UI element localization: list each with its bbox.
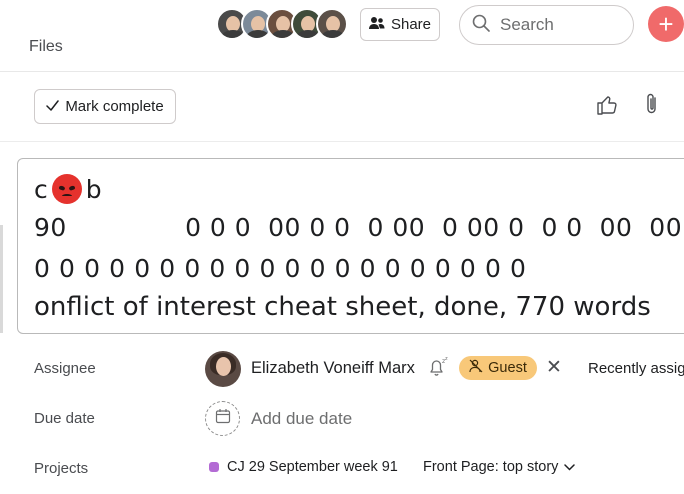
add-due-date[interactable]: Add due date bbox=[251, 409, 352, 429]
due-date-label: Due date bbox=[34, 410, 95, 427]
due-date-button[interactable] bbox=[205, 401, 240, 436]
task-title-editor[interactable]: c b 90 0 0 0 00 0 0 0 00 0 00 0 0 0 00 0… bbox=[17, 158, 684, 334]
title-line-2: 90 0 0 0 00 0 0 0 00 0 00 0 0 0 00 00 bbox=[34, 213, 683, 242]
create-button[interactable]: + bbox=[648, 6, 684, 42]
calendar-icon bbox=[215, 408, 231, 429]
guest-badge: Guest bbox=[459, 356, 537, 380]
search-placeholder: Search bbox=[500, 15, 554, 34]
remove-assignee-button[interactable]: ✕ bbox=[546, 356, 562, 379]
snooze-bell-icon[interactable]: zz bbox=[427, 356, 449, 383]
title-line-1: c b bbox=[34, 174, 102, 204]
project-link[interactable]: CJ 29 September week 91 bbox=[227, 459, 398, 475]
top-bar: Files Share Search + bbox=[0, 0, 684, 72]
projects-label: Projects bbox=[34, 460, 89, 477]
assignee-label: Assignee bbox=[34, 360, 96, 377]
plus-icon: + bbox=[658, 9, 674, 39]
title-line-3: 0 0 0 0 0 0 0 0 0 0 0 0 0 0 0 0 0 0 0 0 bbox=[34, 254, 527, 283]
assignee-name[interactable]: Elizabeth Voneiff Marx bbox=[251, 359, 415, 378]
scroll-indicator[interactable] bbox=[0, 225, 3, 333]
mark-complete-label: Mark complete bbox=[65, 98, 164, 115]
title-text-prefix: c bbox=[34, 174, 48, 204]
guest-label: Guest bbox=[488, 360, 527, 376]
project-color-dot bbox=[209, 462, 219, 472]
recently-assigned-link[interactable]: Recently assig bbox=[588, 360, 684, 377]
guest-icon bbox=[469, 359, 483, 377]
section-label: Front Page: top story bbox=[423, 459, 559, 475]
share-label: Share bbox=[390, 16, 432, 33]
svg-text:z: z bbox=[445, 356, 448, 362]
chevron-down-icon bbox=[564, 459, 576, 475]
avatar[interactable] bbox=[205, 351, 241, 387]
member-avatar-5[interactable] bbox=[316, 8, 348, 40]
mark-complete-button[interactable]: Mark complete bbox=[34, 89, 176, 124]
files-tab[interactable]: Files bbox=[29, 38, 63, 56]
title-line-4: onflict of interest cheat sheet, done, 7… bbox=[34, 292, 651, 322]
search-input[interactable]: Search bbox=[459, 5, 634, 45]
check-icon bbox=[46, 98, 60, 115]
title-text-suffix: b bbox=[85, 174, 102, 204]
angry-face-icon bbox=[51, 174, 82, 204]
task-action-bar: Mark complete bbox=[0, 72, 684, 142]
paperclip-icon[interactable] bbox=[643, 92, 661, 121]
people-icon bbox=[368, 16, 385, 34]
section-dropdown[interactable]: Front Page: top story bbox=[423, 459, 576, 475]
share-button[interactable]: Share bbox=[360, 8, 440, 41]
search-icon bbox=[472, 14, 490, 37]
thumbs-up-icon[interactable] bbox=[596, 94, 618, 121]
project-members[interactable] bbox=[216, 8, 348, 40]
